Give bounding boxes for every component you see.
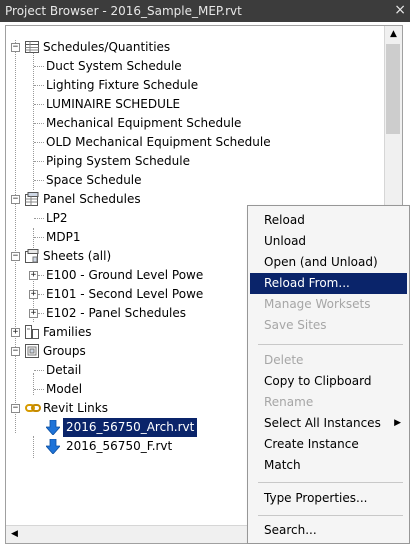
tree-item[interactable]: Mechanical Equipment Schedule bbox=[46, 114, 241, 133]
sheet-icon bbox=[25, 249, 39, 263]
tree-node-label: Families bbox=[43, 325, 92, 339]
title-bar: Project Browser - 2016_Sample_MEP.rvt × bbox=[0, 0, 410, 22]
tree-connector bbox=[34, 218, 44, 219]
menu-item-rename: Rename bbox=[264, 395, 314, 409]
menu-item-copy-to-clipboard[interactable]: Copy to Clipboard bbox=[250, 371, 407, 392]
tree-connector bbox=[34, 85, 44, 86]
tree-node-families[interactable]: + Families bbox=[6, 323, 246, 342]
tree-node-groups[interactable]: − Groups bbox=[6, 342, 246, 361]
scrollbar-thumb[interactable] bbox=[386, 44, 400, 134]
tree-connector bbox=[34, 104, 44, 105]
tree-node-label: Panel Schedules bbox=[43, 192, 141, 206]
tree-item-arch-link[interactable]: 2016_56750_Arch.rvt bbox=[46, 418, 246, 437]
tree-connector bbox=[34, 161, 44, 162]
tree-node-label: Revit Links bbox=[43, 401, 108, 415]
tree-node-sheet-e100[interactable]: + E100 - Ground Level Powe bbox=[28, 266, 248, 285]
tree-connector bbox=[33, 373, 34, 395]
menu-item-label: Select All Instances bbox=[264, 416, 381, 430]
scroll-up-icon[interactable]: ▲ bbox=[386, 27, 401, 42]
tree-connector bbox=[38, 294, 44, 295]
menu-item-reload[interactable]: Reload bbox=[250, 210, 407, 231]
submenu-arrow-icon: ▶ bbox=[394, 418, 401, 428]
tree-node-schedules[interactable]: − Schedules/Quantities bbox=[6, 38, 366, 57]
tree-node-sheet-e101[interactable]: + E101 - Second Level Powe bbox=[28, 285, 248, 304]
window-title: Project Browser - 2016_Sample_MEP.rvt bbox=[5, 4, 242, 18]
menu-item-manage-worksets: Manage Worksets bbox=[264, 297, 371, 311]
tree-connector bbox=[34, 123, 44, 124]
menu-item-unload[interactable]: Unload bbox=[250, 231, 407, 252]
menu-item-create-instance[interactable]: Create Instance bbox=[250, 434, 407, 455]
menu-separator bbox=[258, 515, 403, 516]
tree-node-label: 2016_56750_Arch.rvt bbox=[63, 418, 198, 437]
menu-item-open-and-unload[interactable]: Open (and Unload) bbox=[250, 252, 407, 273]
link-arrow-icon bbox=[46, 420, 60, 435]
tree-connector bbox=[34, 142, 44, 143]
context-menu: Reload Unload Open (and Unload) Reload F… bbox=[247, 205, 410, 544]
tree-connector bbox=[15, 40, 16, 433]
groups-icon bbox=[25, 344, 39, 358]
expand-toggle[interactable]: + bbox=[29, 290, 38, 299]
tree-node-label: Schedules/Quantities bbox=[43, 40, 171, 54]
tree-node-label: E102 - Panel Schedules bbox=[46, 306, 187, 320]
menu-separator bbox=[258, 482, 403, 483]
collapse-toggle[interactable]: − bbox=[11, 252, 20, 261]
tree-node-panel-schedules[interactable]: − Panel Schedules bbox=[6, 190, 246, 209]
menu-item-search[interactable]: Search... bbox=[250, 520, 407, 541]
tree-item[interactable]: LUMINAIRE SCHEDULE bbox=[46, 95, 180, 114]
tree-connector bbox=[33, 436, 34, 458]
menu-separator bbox=[258, 344, 403, 345]
tree-node-label: 2016_56750_F.rvt bbox=[66, 439, 173, 453]
menu-item-select-all-instances[interactable]: Select All Instances ▶ bbox=[250, 413, 407, 434]
collapse-toggle[interactable]: − bbox=[11, 347, 20, 356]
panel-schedule-icon bbox=[25, 192, 39, 206]
expand-toggle[interactable]: + bbox=[29, 309, 38, 318]
tree-item[interactable]: Lighting Fixture Schedule bbox=[46, 76, 198, 95]
tree-item[interactable]: Space Schedule bbox=[46, 171, 142, 190]
tree-connector bbox=[38, 313, 44, 314]
chain-link-icon bbox=[25, 404, 41, 412]
tree-item[interactable]: Duct System Schedule bbox=[46, 57, 182, 76]
menu-item-save-sites: Save Sites bbox=[264, 318, 327, 332]
tree-node-label: E100 - Ground Level Powe bbox=[46, 268, 204, 282]
tree-connector bbox=[34, 180, 44, 181]
menu-item-delete: Delete bbox=[264, 353, 304, 367]
tree-node-revit-links[interactable]: − Revit Links bbox=[6, 399, 246, 418]
expand-toggle[interactable]: + bbox=[29, 271, 38, 280]
tree-item[interactable]: Detail bbox=[46, 361, 81, 380]
tree-node-sheets[interactable]: − Sheets (all) bbox=[6, 247, 246, 266]
link-arrow-icon bbox=[46, 439, 60, 454]
tree-item[interactable]: Model bbox=[46, 380, 82, 399]
collapse-toggle[interactable]: − bbox=[11, 43, 20, 52]
families-icon bbox=[25, 325, 39, 339]
tree-item[interactable]: OLD Mechanical Equipment Schedule bbox=[46, 133, 271, 152]
tree-node-label: E101 - Second Level Powe bbox=[46, 287, 204, 301]
scroll-left-icon[interactable]: ◀ bbox=[7, 527, 22, 542]
tree-item[interactable]: Piping System Schedule bbox=[46, 152, 190, 171]
close-icon[interactable]: × bbox=[394, 2, 406, 18]
menu-item-type-properties[interactable]: Type Properties... bbox=[250, 488, 407, 509]
expand-toggle[interactable]: + bbox=[11, 328, 20, 337]
tree-connector bbox=[34, 237, 44, 238]
tree-item[interactable]: LP2 bbox=[46, 209, 68, 228]
tree-node-label: Groups bbox=[43, 344, 86, 358]
tree-connector bbox=[38, 275, 44, 276]
schedule-icon bbox=[25, 41, 39, 53]
tree-connector bbox=[34, 370, 44, 371]
tree-item[interactable]: MDP1 bbox=[46, 228, 80, 247]
menu-item-reload-from[interactable]: Reload From... bbox=[250, 273, 407, 294]
tree-node-label: Sheets (all) bbox=[43, 249, 112, 263]
tree-item-f-link[interactable]: 2016_56750_F.rvt bbox=[46, 437, 246, 456]
collapse-toggle[interactable]: − bbox=[11, 195, 20, 204]
tree-connector bbox=[34, 66, 44, 67]
tree-node-sheet-e102[interactable]: + E102 - Panel Schedules bbox=[28, 304, 248, 323]
menu-item-match[interactable]: Match bbox=[250, 455, 407, 476]
collapse-toggle[interactable]: − bbox=[11, 404, 20, 413]
tree-connector bbox=[34, 389, 44, 390]
